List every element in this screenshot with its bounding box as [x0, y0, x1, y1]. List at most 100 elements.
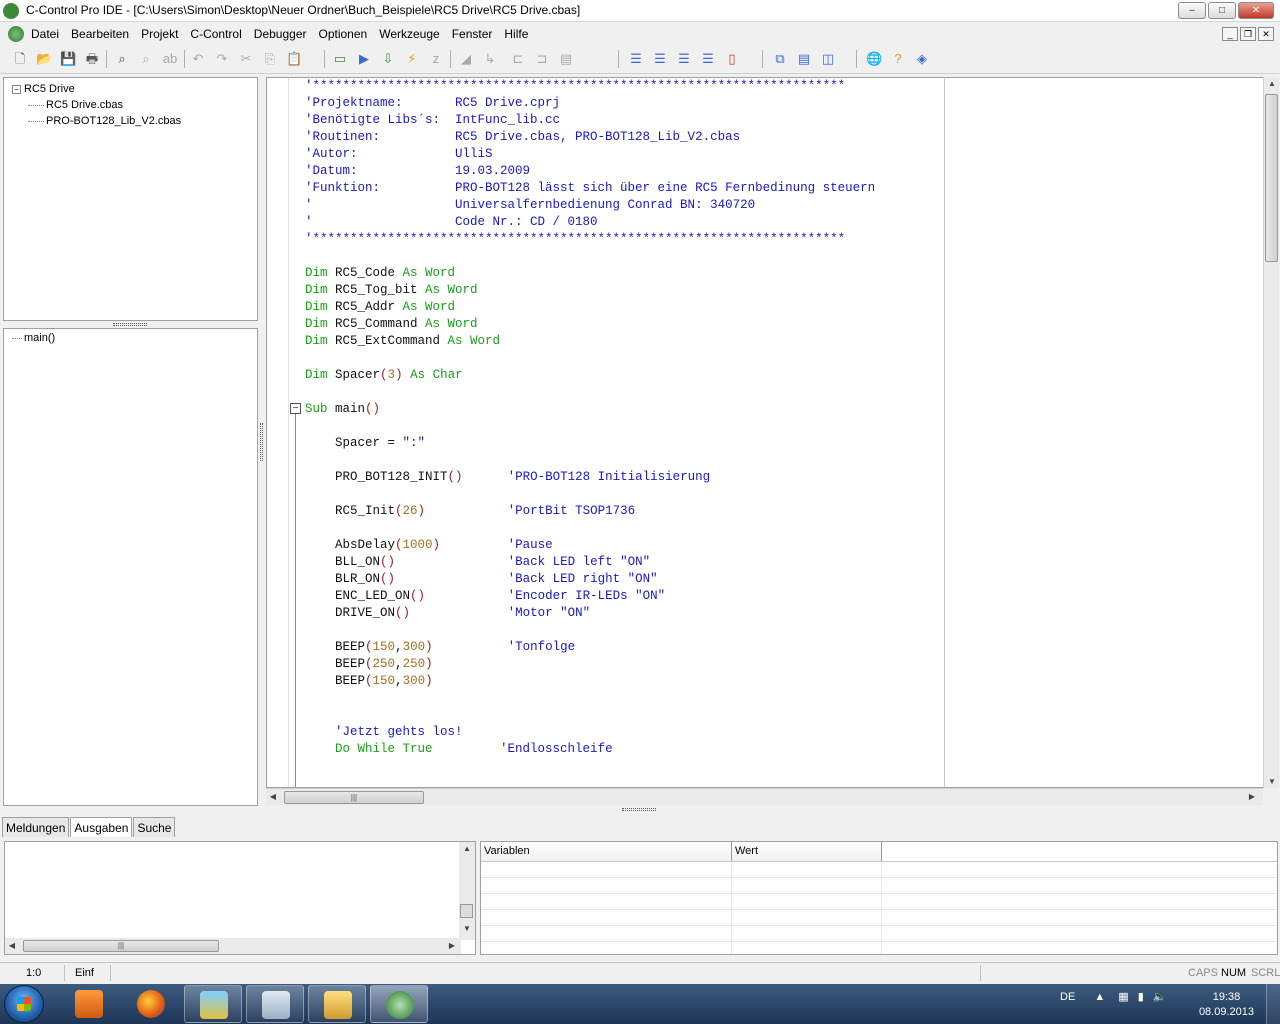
step-icon[interactable]: ↳	[482, 51, 498, 67]
output-horizontal-scrollbar[interactable]: ◀ ||| ▶	[5, 938, 461, 954]
collapse-icon[interactable]: −	[12, 84, 21, 94]
tile-horizontal-icon[interactable]: ▤	[796, 51, 812, 67]
taskbar-media-player[interactable]	[60, 985, 118, 1023]
copy-icon[interactable]: ⎘	[262, 51, 278, 67]
scroll-down-icon[interactable]: ▼	[1264, 777, 1280, 786]
menu-item[interactable]: Hilfe	[504, 27, 528, 41]
run-icon[interactable]: ▶	[356, 51, 372, 67]
mdi-close-button[interactable]: ✕	[1258, 27, 1274, 41]
project-remove-icon[interactable]: ☰	[676, 51, 692, 67]
minimize-button[interactable]: –	[1178, 2, 1206, 19]
tile-vertical-icon[interactable]: ◫	[820, 51, 836, 67]
scroll-left-icon[interactable]: ◀	[7, 941, 17, 950]
menu-item[interactable]: Bearbeiten	[71, 27, 129, 41]
tab-suche[interactable]: Suche	[133, 817, 176, 837]
open-folder-icon[interactable]: 📂	[36, 51, 52, 67]
mdi-minimize-button[interactable]: _	[1222, 27, 1238, 41]
editor-vertical-scrollbar[interactable]: ▲ ▼	[1263, 77, 1279, 788]
about-icon[interactable]: ◈	[914, 51, 930, 67]
fold-toggle-icon[interactable]: −	[290, 403, 301, 414]
maximize-button[interactable]: □	[1208, 2, 1236, 19]
breakpoint-icon[interactable]: ◢	[458, 51, 474, 67]
output-pane[interactable]: ▲ ▼ ◀ ||| ▶	[4, 841, 476, 955]
system-menu-icon[interactable]	[8, 26, 24, 42]
pane-splitter-grip[interactable]	[113, 323, 147, 326]
menu-item[interactable]: Datei	[31, 27, 59, 41]
cascade-icon[interactable]: ⧉	[772, 51, 788, 67]
variables-grid[interactable]	[481, 862, 1277, 954]
scroll-right-icon[interactable]: ▶	[447, 941, 457, 950]
close-button[interactable]: ✕	[1238, 2, 1274, 19]
taskbar-folder[interactable]	[308, 985, 366, 1023]
find-icon[interactable]: ⌕	[114, 51, 130, 67]
library-icon[interactable]: ▯	[724, 51, 740, 67]
column-header-wert[interactable]: Wert	[732, 842, 882, 861]
transfer-icon[interactable]: ⇩	[380, 51, 396, 67]
project-options-icon[interactable]: ☰	[700, 51, 716, 67]
editor-horizontal-scrollbar[interactable]: ◀ ||| ▶	[266, 788, 1263, 805]
format-icon[interactable]: ▤	[558, 51, 574, 67]
flash-icon[interactable]: ⚡	[404, 51, 420, 67]
menu-item[interactable]: Optionen	[319, 27, 368, 41]
scroll-left-icon[interactable]: ◀	[268, 792, 278, 801]
menu-item[interactable]: C-Control	[190, 27, 241, 41]
column-header-variablen[interactable]: Variablen	[481, 842, 732, 861]
undo-icon[interactable]: ↶	[190, 51, 206, 67]
paste-icon[interactable]: 📋	[286, 51, 302, 67]
taskbar-firefox[interactable]	[122, 985, 180, 1023]
start-button[interactable]	[4, 985, 44, 1023]
menu-item[interactable]: Projekt	[141, 27, 178, 41]
new-file-icon[interactable]: 🗋	[12, 51, 28, 67]
zoom-icon[interactable]: z	[428, 51, 444, 67]
save-icon[interactable]: 💾	[60, 51, 76, 67]
scroll-right-icon[interactable]: ▶	[1247, 792, 1257, 801]
scroll-down-icon[interactable]: ▼	[459, 924, 475, 933]
clock[interactable]: 19:38 08.09.2013	[1199, 990, 1254, 1020]
scroll-thumb[interactable]: |||	[284, 791, 424, 804]
scroll-thumb[interactable]	[1265, 94, 1278, 262]
scroll-up-icon[interactable]: ▲	[1264, 79, 1280, 88]
language-indicator[interactable]: DE	[1060, 991, 1075, 1003]
project-icon[interactable]: ☰	[628, 51, 644, 67]
scroll-up-icon[interactable]: ▲	[459, 844, 475, 853]
menu-item[interactable]: Werkzeuge	[379, 27, 439, 41]
cut-icon[interactable]: ✂	[238, 51, 254, 67]
volume-icon[interactable]: 🔈	[1153, 991, 1167, 1003]
comment-icon[interactable]: ⊏	[510, 51, 526, 67]
mdi-restore-button[interactable]: ❐	[1240, 27, 1256, 41]
help-icon[interactable]: ?	[890, 51, 906, 67]
output-vertical-scrollbar[interactable]: ▲ ▼	[459, 842, 475, 940]
uncomment-icon[interactable]: ⊐	[534, 51, 550, 67]
taskbar-c-control[interactable]	[370, 985, 428, 1023]
signal-icon[interactable]: ▮	[1138, 991, 1144, 1003]
menu-item[interactable]: Debugger	[254, 27, 307, 41]
show-desktop-button[interactable]	[1266, 984, 1280, 1024]
project-root-node[interactable]: − RC5 Drive	[12, 83, 75, 95]
vertical-splitter-grip[interactable]	[260, 423, 263, 461]
network-icon[interactable]: ▦	[1118, 991, 1128, 1003]
compile-icon[interactable]: ▭	[332, 51, 348, 67]
bottom-splitter-grip[interactable]	[622, 808, 656, 811]
scroll-thumb[interactable]: |||	[23, 940, 219, 952]
tab-meldungen[interactable]: Meldungen	[2, 817, 70, 837]
scroll-thumb[interactable]	[460, 904, 473, 918]
project-file-node[interactable]: PRO-BOT128_Lib_V2.cbas	[28, 115, 181, 127]
replace-icon[interactable]: ab	[162, 51, 178, 67]
taskbar-calculator[interactable]	[246, 985, 304, 1023]
menu-item[interactable]: Fenster	[452, 27, 493, 41]
find-next-icon[interactable]: ⌕	[138, 51, 154, 67]
project-file-node[interactable]: RC5 Drive.cbas	[28, 99, 123, 111]
project-add-icon[interactable]: ☰	[652, 51, 668, 67]
clock-time: 19:38	[1212, 991, 1241, 1003]
function-item[interactable]: main()	[12, 332, 55, 344]
print-icon[interactable]: 🖶	[84, 51, 100, 67]
code-editor[interactable]: − '*************************************…	[266, 77, 1279, 788]
web-icon[interactable]: 🌐	[866, 51, 882, 67]
taskbar-app-b[interactable]	[184, 985, 242, 1023]
tab-ausgaben[interactable]: Ausgaben	[70, 817, 133, 837]
redo-icon[interactable]: ↷	[214, 51, 230, 67]
tray-expand-icon[interactable]: ▲	[1094, 991, 1105, 1003]
code-token: )	[432, 538, 441, 552]
